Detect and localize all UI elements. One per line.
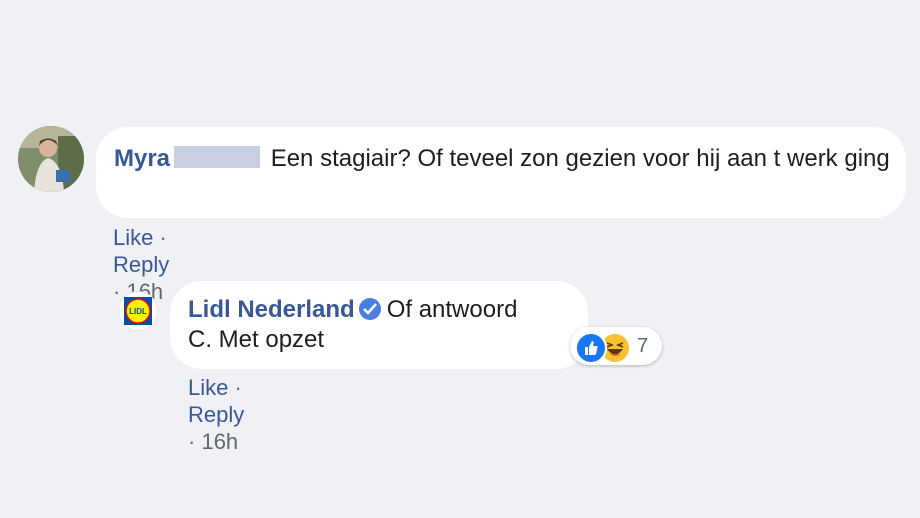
reply-link[interactable]: Reply	[113, 252, 169, 277]
comment-actions: Like · Reply · 16h	[188, 374, 244, 456]
like-link[interactable]: Like	[113, 225, 153, 250]
redacted-name	[174, 146, 261, 168]
reactions-summary[interactable]: 7	[570, 327, 662, 365]
lidl-logo-icon: LIDL	[124, 297, 152, 325]
avatar-photo	[18, 126, 84, 192]
comment-bubble: Myra Een stagiair? Of teveel zon gezien …	[96, 127, 906, 218]
separator: ·	[159, 225, 167, 251]
verified-badge-icon	[358, 298, 381, 320]
svg-text:LIDL: LIDL	[129, 307, 147, 316]
separator: ·	[234, 375, 242, 401]
like-link[interactable]: Like	[188, 375, 228, 400]
comment-body-line1: Of antwoord	[386, 296, 518, 323]
avatar[interactable]	[18, 126, 84, 192]
comment-body: Een stagiair? Of teveel zon gezien voor …	[270, 145, 890, 172]
separator: ·	[188, 429, 196, 455]
reply-link[interactable]: Reply	[188, 402, 244, 427]
comment-text: Myra Een stagiair? Of teveel zon gezien …	[114, 144, 894, 174]
comment-author[interactable]: Lidl Nederland	[188, 296, 355, 323]
like-icon	[575, 332, 607, 364]
comment-text: Lidl Nederland Of antwoord C. Met opzet	[188, 295, 578, 355]
comment-bubble: Lidl Nederland Of antwoord C. Met opzet	[170, 281, 588, 369]
avatar[interactable]: LIDL	[118, 291, 158, 331]
reaction-count: 7	[637, 335, 649, 357]
comment-author[interactable]: Myra	[114, 145, 170, 172]
timestamp[interactable]: 16h	[201, 430, 238, 455]
separator: ·	[113, 279, 121, 305]
comment-body-line2: C. Met opzet	[188, 326, 325, 353]
